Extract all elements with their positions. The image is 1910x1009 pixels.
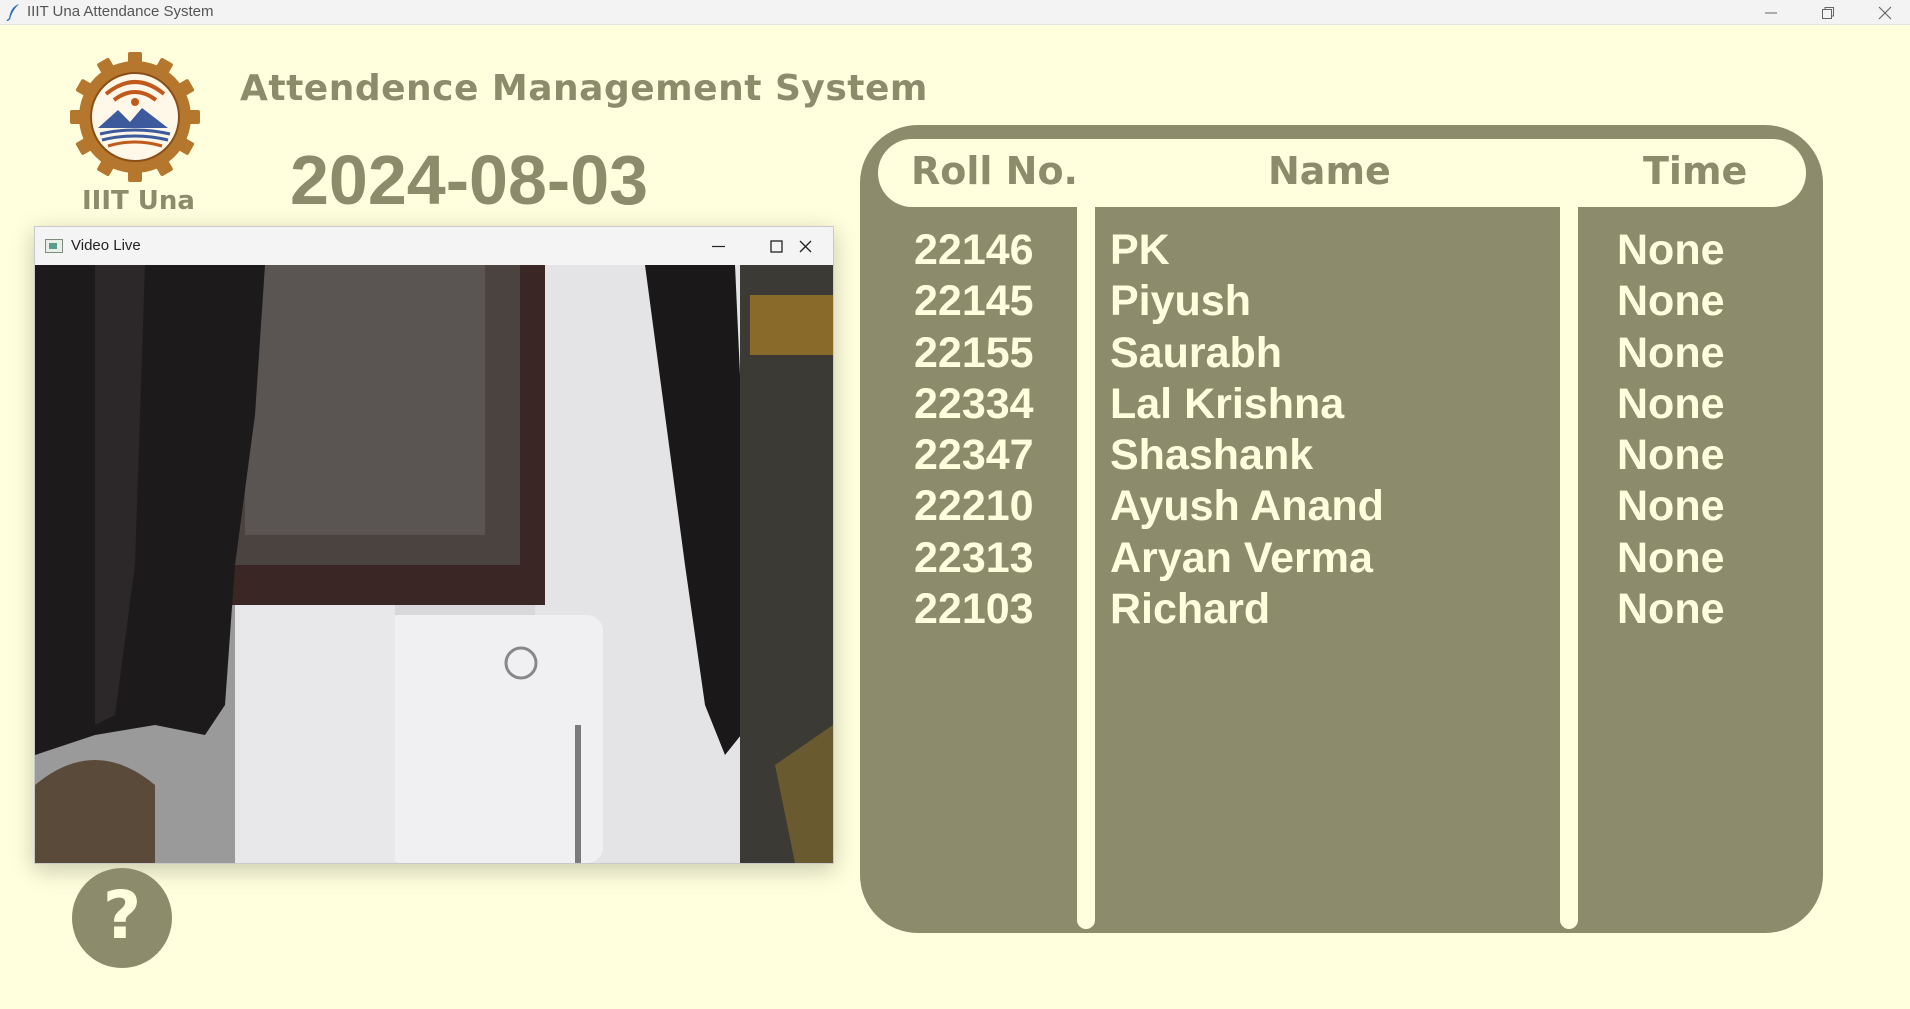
app-heading: Attendence Management System bbox=[240, 68, 928, 109]
roll-no-cell: 22155 bbox=[914, 328, 1034, 377]
roll-no-cell: 22347 bbox=[914, 431, 1034, 480]
video-app-icon bbox=[45, 239, 63, 253]
time-cell: None bbox=[1617, 277, 1725, 326]
name-cell: Shashank bbox=[1110, 431, 1314, 480]
roll-no-cell: 22103 bbox=[914, 585, 1034, 634]
close-icon bbox=[799, 240, 811, 252]
video-window-titlebar[interactable]: Video Live bbox=[35, 227, 833, 265]
video-minimize-button[interactable] bbox=[689, 227, 747, 265]
roll-no-column: 22146 22145 22155 22334 22347 22210 2231… bbox=[914, 225, 1034, 635]
time-column: None None None None None None None None bbox=[1617, 225, 1725, 635]
roll-no-cell: 22210 bbox=[914, 482, 1034, 531]
time-cell: None bbox=[1617, 379, 1725, 428]
video-live-window[interactable]: Video Live bbox=[34, 226, 834, 864]
minimize-icon bbox=[1765, 12, 1777, 13]
minimize-icon bbox=[711, 245, 725, 247]
column-divider bbox=[1560, 207, 1578, 929]
time-cell: None bbox=[1617, 226, 1725, 274]
time-cell: None bbox=[1617, 328, 1725, 377]
close-icon bbox=[1878, 6, 1892, 19]
roll-no-cell: 22145 bbox=[914, 277, 1034, 326]
time-cell: None bbox=[1617, 482, 1725, 531]
column-header-roll-no: Roll No. bbox=[911, 149, 1078, 193]
feather-icon bbox=[6, 4, 19, 21]
name-column: PK Piyush Saurabh Lal Krishna Shashank A… bbox=[1110, 225, 1384, 635]
name-cell: Piyush bbox=[1110, 277, 1251, 326]
name-cell: Ayush Anand bbox=[1110, 482, 1384, 531]
question-icon: ? bbox=[102, 877, 142, 954]
attendance-table: Roll No. Name Time 22146 22145 22155 223… bbox=[860, 125, 1823, 933]
current-date: 2024-08-03 bbox=[290, 141, 649, 219]
help-button[interactable]: ? bbox=[72, 868, 172, 968]
minimize-button[interactable] bbox=[1743, 0, 1799, 25]
restore-icon bbox=[1822, 6, 1834, 19]
roll-no-cell: 22334 bbox=[914, 379, 1034, 428]
column-header-name: Name bbox=[1268, 149, 1391, 193]
name-cell: Richard bbox=[1110, 585, 1271, 634]
column-divider bbox=[1077, 207, 1095, 929]
name-cell: Aryan Verma bbox=[1110, 533, 1373, 582]
column-header-time: Time bbox=[1643, 149, 1748, 193]
roll-no-cell: 22313 bbox=[914, 533, 1034, 582]
camera-feed bbox=[35, 265, 833, 863]
window-titlebar: IIIT Una Attendance System bbox=[0, 0, 1910, 25]
time-cell: None bbox=[1617, 585, 1725, 634]
name-cell: Lal Krishna bbox=[1110, 379, 1345, 428]
name-cell: PK bbox=[1110, 226, 1170, 274]
video-window-title: Video Live bbox=[71, 237, 141, 254]
time-cell: None bbox=[1617, 533, 1725, 582]
logo-caption: IIIT Una bbox=[82, 186, 195, 216]
roll-no-cell: 22146 bbox=[914, 226, 1034, 274]
table-header: Roll No. Name Time bbox=[878, 139, 1806, 207]
institute-logo bbox=[70, 52, 200, 182]
close-button[interactable] bbox=[1857, 0, 1910, 25]
video-close-button[interactable] bbox=[776, 227, 834, 265]
restore-button[interactable] bbox=[1800, 0, 1856, 25]
time-cell: None bbox=[1617, 431, 1725, 480]
window-title: IIIT Una Attendance System bbox=[27, 3, 214, 20]
name-cell: Saurabh bbox=[1110, 328, 1283, 377]
